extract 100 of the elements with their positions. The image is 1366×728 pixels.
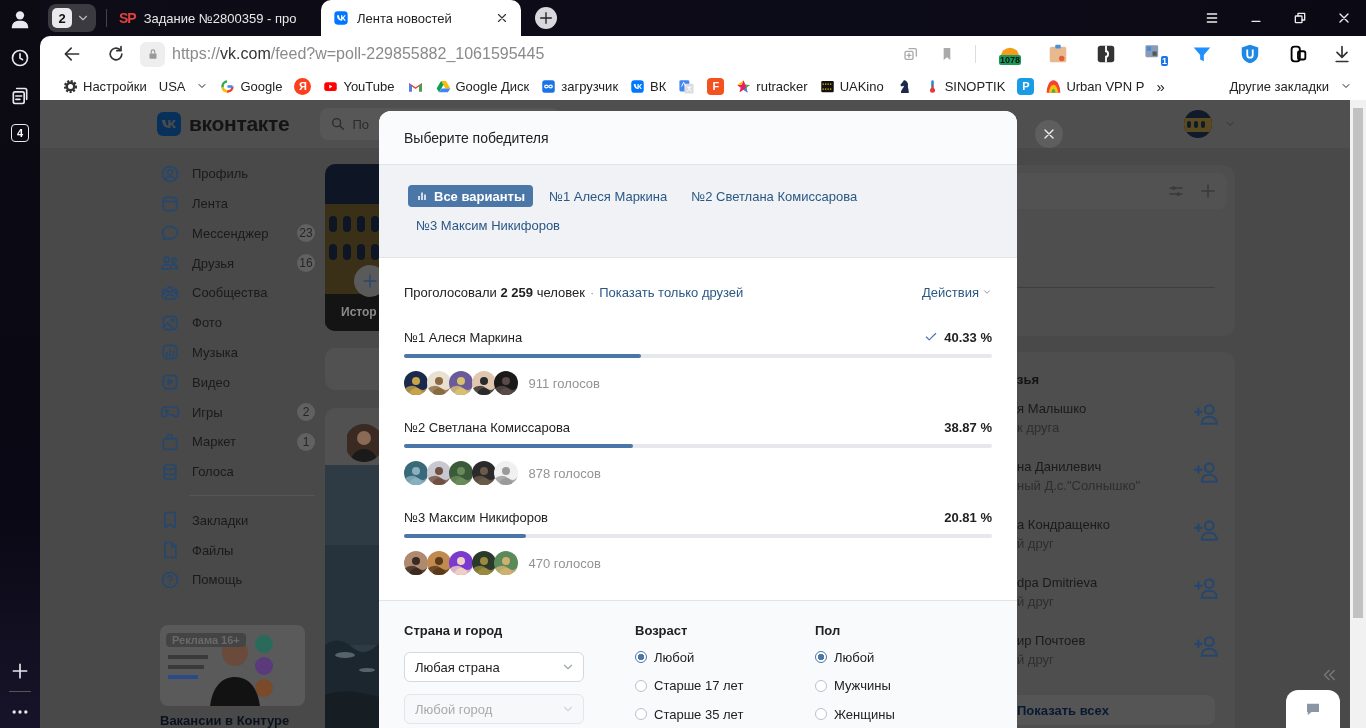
vk-logo-icon [630,78,646,94]
profile-icon[interactable] [9,8,31,30]
browser-tab[interactable]: Лента новостей [321,0,521,36]
radio-option[interactable]: Старше 35 лет [635,700,815,728]
radio-option[interactable]: Женщины [815,700,895,728]
radio-button[interactable] [815,651,827,664]
bookmark-link[interactable]: UAKino [819,78,884,94]
database-icon [160,461,180,482]
panel-badge[interactable]: 4 [11,124,29,142]
bookmark-favicon[interactable]: Я [294,77,312,95]
rainbow-icon [1046,78,1062,94]
radio-button[interactable] [815,708,827,721]
address-bar[interactable]: https://vk.com/feed?w=poll-229855882_1061595445 [172,45,545,63]
filter-label: Возраст [635,623,689,639]
plus-icon [538,10,554,26]
filter-tab[interactable]: Все варианты [408,185,533,207]
music-icon [160,342,180,363]
radio-option[interactable]: Старше 17 лет [635,671,815,700]
radio-option[interactable]: Любой [635,643,815,672]
option-percent: 20.81 % [944,509,992,525]
count-badge: 16 [297,254,315,273]
bookmark-link[interactable]: Google [220,78,283,94]
count-badge: 23 [297,224,315,243]
option-percent: 40.33 % [944,329,992,345]
filter-tab[interactable]: №2 Светлана Комиссарова [683,185,866,207]
browser-tab[interactable]: SP Задание №2800359 - про [117,0,321,36]
scrollbar[interactable] [1350,100,1366,728]
search-icon [330,116,347,132]
notes-icon[interactable] [10,86,30,106]
bag-icon [160,431,180,452]
bar-chart-icon [416,190,428,202]
radio-button[interactable] [815,679,827,692]
bookmark-link[interactable]: загрузчик [541,78,619,94]
option-label: №2 Светлана Комиссарова [404,419,570,435]
radio-option[interactable]: Мужчины [815,671,895,700]
gear-icon [63,78,78,94]
chat-button[interactable] [1286,690,1340,728]
star-icon [736,78,752,94]
user-circle-icon [160,163,180,184]
count-badge: 2 [297,403,315,421]
infinity-icon [541,78,557,94]
extension-badge: 1 [1161,56,1168,66]
close-icon[interactable] [495,11,509,25]
menu-icon[interactable] [1204,10,1220,26]
option-label: №3 Максим Никифоров [404,509,549,525]
play-icon [160,372,180,393]
new-tab-button[interactable] [535,7,557,29]
other-bookmarks-menu[interactable]: Другие закладки [1229,78,1352,94]
add-icon[interactable] [10,661,30,681]
dialog-title: Выберите победителя [404,129,549,146]
bookmark-favicon[interactable]: F [707,77,725,95]
bookmark-link[interactable]: SINOPTIK [924,78,1006,94]
bookmark-link[interactable]: Настройки [63,78,147,94]
bookmark-link[interactable]: Urban VPN P [1046,78,1145,94]
reload-icon[interactable] [106,44,126,64]
vk-logo-icon [333,10,349,26]
bookmark-link[interactable]: rutracker [736,78,808,94]
shield-icon[interactable] [1239,43,1261,65]
box-icon[interactable] [1047,43,1069,65]
filter-label: Страна и город [404,623,504,639]
chevron-down-icon [982,287,992,297]
bookmark-menu[interactable]: USA [158,78,209,94]
bookmark-link[interactable]: Google Диск [435,78,530,94]
plus-icon [361,272,379,290]
restore-icon[interactable] [1292,10,1308,26]
more-bookmarks-button[interactable]: » [1156,77,1165,95]
dark-square-icon[interactable] [1095,43,1117,65]
tab-counter-button[interactable]: 2 [48,4,96,32]
radio-option[interactable]: Любой [815,643,895,672]
select-field[interactable]: Любая страна [404,652,584,682]
story-label: Истор [341,305,377,319]
friends-only-link[interactable]: Показать только друзей [599,284,744,300]
help-icon [160,569,180,590]
history-icon[interactable] [10,48,30,68]
filter-label: Пол [815,623,842,639]
lock-button[interactable] [140,41,165,67]
tab-favicon: SP [119,10,136,26]
count-badge: 1 [297,432,315,451]
vote-summary: Проголосовали 2 259 человек [404,284,585,300]
section-heading: зья [1017,372,1041,387]
radio-button[interactable] [635,708,647,721]
actions-menu[interactable]: Действия [922,284,992,300]
download-icon[interactable] [1332,44,1352,64]
option-percent: 38.87 % [944,419,992,435]
window-icon[interactable] [1143,42,1161,60]
option-label: №1 Алеся Маркина [404,329,523,345]
bookmark-link[interactable]: ВК [630,78,667,94]
translate-icon[interactable] [678,77,696,95]
extension-badge: 1078 [999,54,1021,65]
film-icon [819,78,835,94]
filter-tab[interactable]: №3 Максим Никифоров [408,214,569,236]
tab-title: Задание №2800359 - про [143,10,298,26]
filter-tab[interactable]: №1 Алеся Маркина [541,185,676,207]
card-background [325,348,379,390]
separator-dot: · [589,284,595,300]
google-g-icon [220,78,236,94]
bookmark-link[interactable]: YouTube [323,78,395,94]
back-icon[interactable] [62,44,82,64]
radio-button[interactable] [635,651,647,664]
radio-button[interactable] [635,679,647,692]
